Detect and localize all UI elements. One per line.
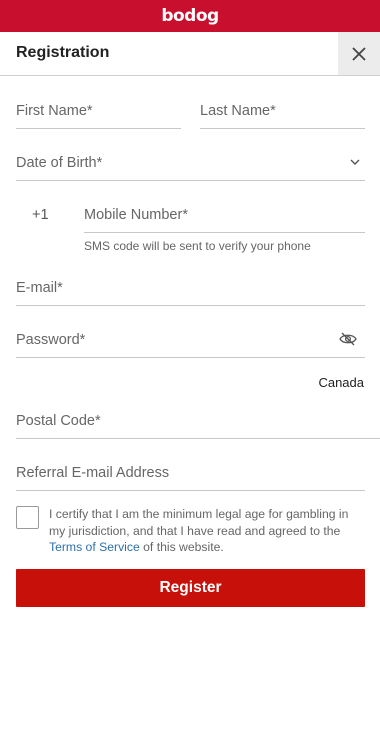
last-name-field	[200, 100, 365, 129]
register-button[interactable]: Register	[16, 569, 365, 607]
last-name-input[interactable]	[200, 100, 365, 122]
chevron-down-icon	[350, 159, 360, 165]
bodog-logo: bodog	[161, 6, 219, 26]
registration-header: Registration	[0, 32, 380, 76]
dob-field[interactable]: Date of Birth*	[16, 152, 365, 181]
mobile-number-field	[84, 204, 365, 233]
email-input[interactable]	[16, 277, 365, 299]
terms-of-service-link[interactable]: Terms of Service	[49, 540, 140, 554]
terms-text-before: I certify that I am the minimum legal ag…	[49, 507, 349, 538]
password-field	[16, 329, 365, 358]
page-title: Registration	[16, 44, 110, 61]
first-name-input[interactable]	[16, 100, 181, 122]
email-field	[16, 277, 365, 306]
eye-slash-icon[interactable]	[339, 332, 357, 346]
postal-code-input[interactable]	[16, 410, 380, 432]
close-icon	[352, 46, 366, 61]
terms-checkbox[interactable]	[16, 506, 39, 529]
dob-select[interactable]: Date of Birth*	[16, 152, 365, 174]
terms-text: I certify that I am the minimum legal ag…	[49, 506, 365, 556]
close-button[interactable]	[338, 32, 380, 75]
top-brand-bar: bodog	[0, 0, 380, 32]
referral-email-field	[16, 462, 365, 491]
first-name-field	[16, 100, 181, 129]
mobile-number-input[interactable]	[84, 204, 365, 226]
postal-code-field	[16, 410, 380, 439]
country-label: Canada	[318, 375, 364, 390]
password-input[interactable]	[16, 329, 316, 351]
referral-email-input[interactable]	[16, 462, 365, 484]
terms-text-after: of this website.	[139, 540, 224, 554]
sms-hint: SMS code will be sent to verify your pho…	[84, 239, 311, 253]
country-code: +1	[32, 207, 49, 223]
